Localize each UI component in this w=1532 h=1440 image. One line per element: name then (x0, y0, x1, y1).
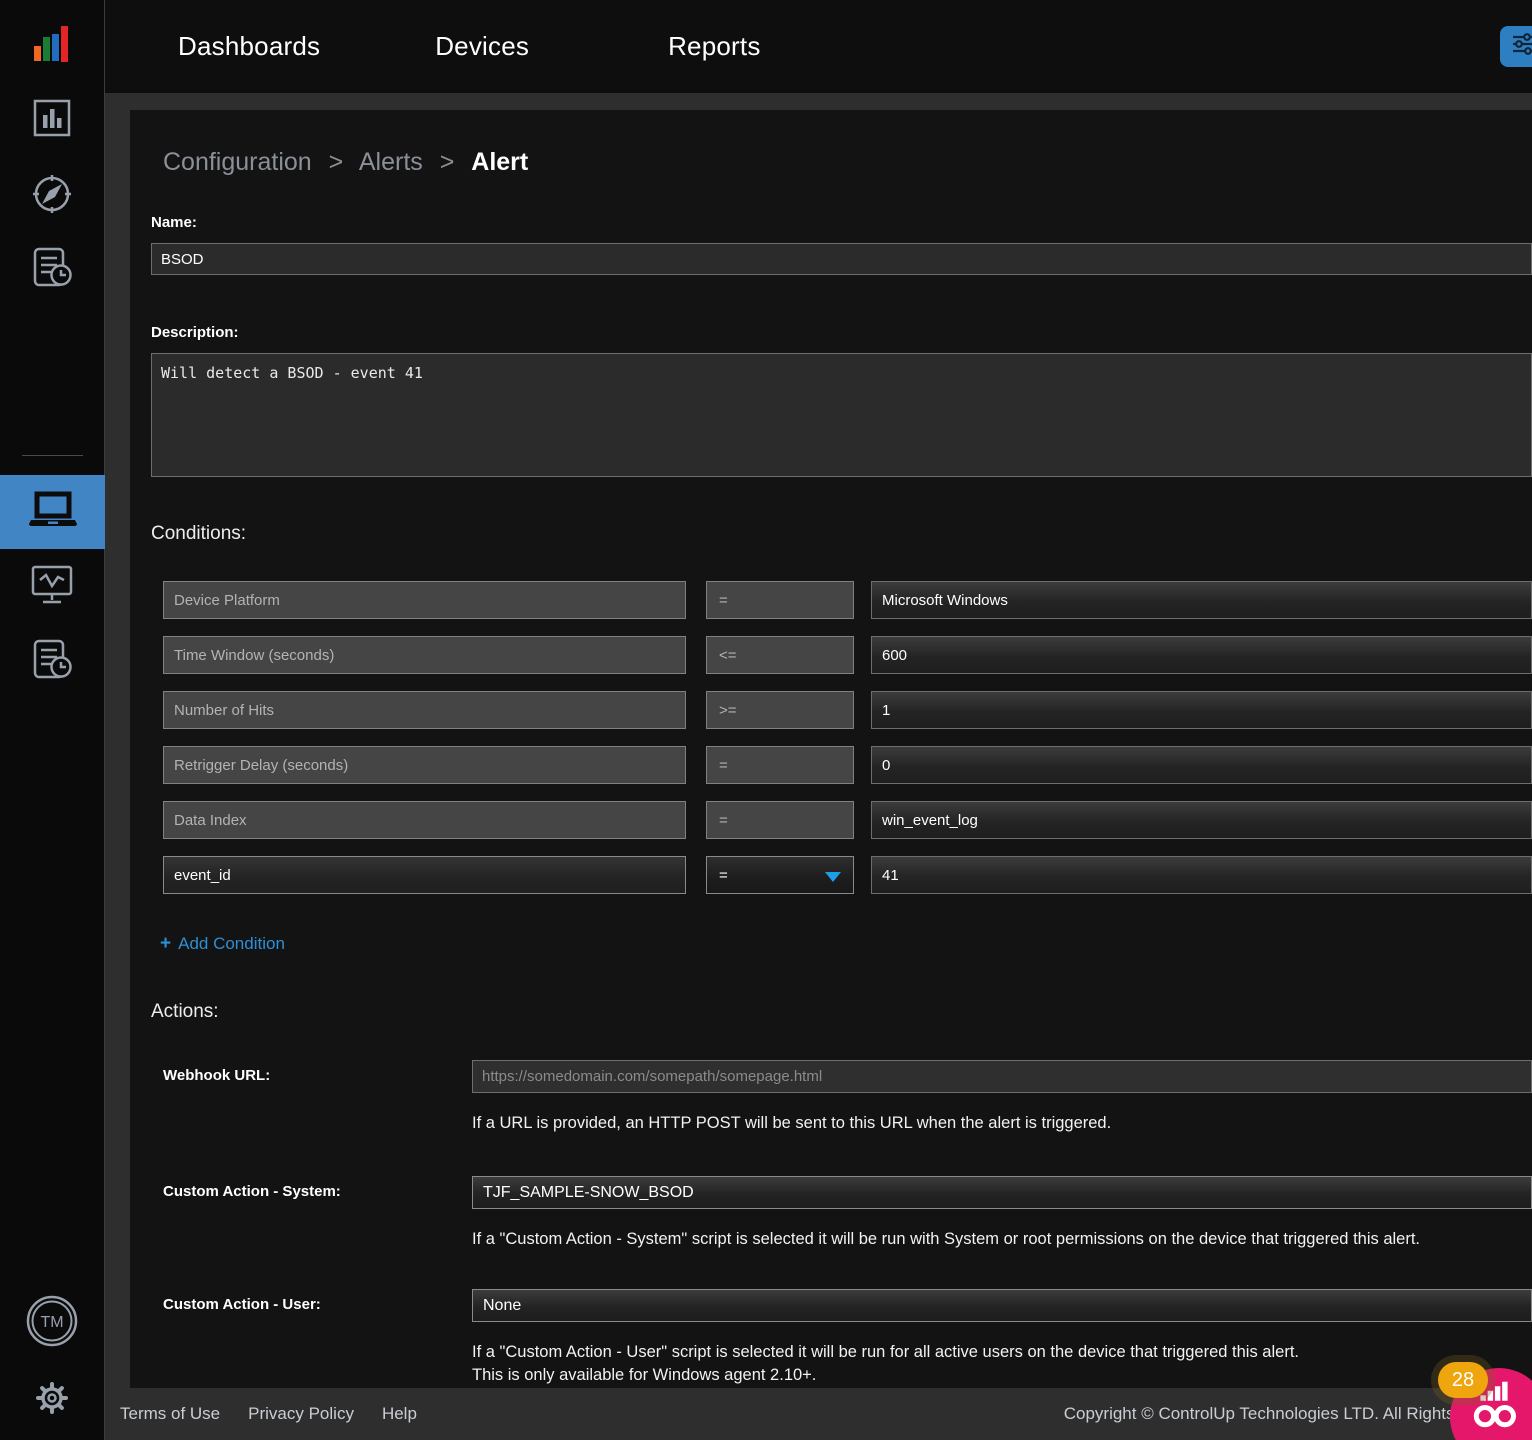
conditions-list: Device Platform = Time Window (seconds) … (163, 581, 1532, 894)
webhook-row: Webhook URL: If a URL is provided, an HT… (163, 1060, 1532, 1133)
custom-action-user-label: Custom Action - User: (163, 1289, 472, 1385)
sidebar-item-monitoring[interactable] (29, 563, 75, 612)
sidebar-item-settings[interactable] (32, 1378, 72, 1423)
custom-action-user-help: If a "Custom Action - User" script is se… (472, 1343, 1532, 1362)
custom-action-user-select[interactable]: None (472, 1289, 1532, 1322)
condition-value-input[interactable] (871, 636, 1532, 674)
compass-icon (30, 172, 74, 221)
description-label: Description: (151, 324, 1532, 341)
condition-operator: <= (706, 636, 854, 674)
condition-field: Device Platform (163, 581, 686, 619)
webhook-help-text: If a URL is provided, an HTTP POST will … (472, 1114, 1532, 1133)
actions-heading: Actions: (151, 1001, 1532, 1023)
custom-action-user-row: Custom Action - User: None If a "Custom … (163, 1289, 1532, 1385)
description-textarea[interactable]: Will detect a BSOD - event 41 (151, 353, 1532, 477)
sliders-icon (1510, 31, 1532, 62)
app-logo[interactable] (33, 24, 71, 71)
conditions-heading: Conditions: (151, 523, 1532, 545)
footer-link-privacy[interactable]: Privacy Policy (248, 1404, 354, 1424)
user-avatar[interactable]: TM (25, 1294, 79, 1353)
custom-action-system-help: If a "Custom Action - System" script is … (472, 1230, 1532, 1249)
breadcrumb: Configuration > Alerts > Alert (163, 148, 1532, 177)
condition-operator: >= (706, 691, 854, 729)
condition-operator: = (706, 746, 854, 784)
condition-value-input[interactable] (871, 691, 1532, 729)
sidebar-item-reports-history[interactable] (29, 638, 75, 687)
condition-field: Data Index (163, 801, 686, 839)
chevron-down-icon (825, 872, 841, 882)
name-input[interactable] (151, 243, 1532, 275)
condition-row: Device Platform = (163, 581, 1532, 619)
top-nav: Dashboards Devices Reports (105, 0, 1532, 93)
report-history-icon (29, 246, 75, 295)
custom-action-user-help-2: This is only available for Windows agent… (472, 1366, 1532, 1385)
chat-badge-count: 28 (1452, 1369, 1474, 1392)
condition-row: Number of Hits >= (163, 691, 1532, 729)
breadcrumb-alerts[interactable]: Alerts (359, 148, 423, 176)
custom-action-system-row: Custom Action - System: TJF_SAMPLE-SNOW_… (163, 1176, 1532, 1249)
laptop-icon (27, 491, 79, 534)
monitor-activity-icon (29, 563, 75, 612)
nav-item-reports[interactable]: Reports (668, 31, 760, 62)
nav-item-devices[interactable]: Devices (435, 31, 529, 62)
condition-operator: = (706, 581, 854, 619)
condition-row: Time Window (seconds) <= (163, 636, 1532, 674)
report-history-icon (29, 638, 75, 687)
bar-chart-icon (32, 98, 72, 143)
operator-value: = (719, 867, 728, 884)
name-label: Name: (151, 214, 1532, 231)
condition-field-input[interactable]: event_id (163, 856, 686, 894)
webhook-url-input[interactable] (472, 1060, 1532, 1093)
avatar-initials-icon: TM (25, 1294, 79, 1353)
footer-link-terms[interactable]: Terms of Use (120, 1404, 220, 1424)
breadcrumb-separator: > (329, 148, 344, 176)
custom-action-system-select[interactable]: TJF_SAMPLE-SNOW_BSOD (472, 1176, 1532, 1209)
condition-row-active: event_id = (163, 856, 1532, 894)
condition-value-input[interactable] (871, 581, 1532, 619)
custom-action-system-label: Custom Action - System: (163, 1176, 472, 1249)
avatar-initials: TM (40, 1314, 63, 1331)
condition-value-input[interactable] (871, 856, 1532, 894)
sidebar-item-explore[interactable] (30, 172, 74, 221)
sidebar-item-report-history[interactable] (29, 246, 75, 295)
plus-icon: + (160, 933, 171, 955)
condition-field: Retrigger Delay (seconds) (163, 746, 686, 784)
condition-field: Time Window (seconds) (163, 636, 686, 674)
gear-icon (32, 1378, 72, 1423)
add-condition-label: Add Condition (178, 934, 285, 954)
sidebar: TM (0, 0, 105, 1440)
condition-operator-dropdown[interactable]: = (706, 856, 854, 894)
logo-bars-icon (33, 53, 71, 70)
footer: Terms of Use Privacy Policy Help Copyrig… (105, 1388, 1532, 1440)
footer-links: Terms of Use Privacy Policy Help (120, 1404, 445, 1424)
condition-field: Number of Hits (163, 691, 686, 729)
condition-value-input[interactable] (871, 801, 1532, 839)
sidebar-item-dashboards[interactable] (32, 98, 72, 143)
breadcrumb-separator: > (440, 148, 455, 176)
nav-item-dashboards[interactable]: Dashboards (178, 31, 320, 62)
add-condition-button[interactable]: + Add Condition (160, 933, 285, 955)
sidebar-item-devices-active[interactable] (0, 475, 105, 549)
breadcrumb-configuration[interactable]: Configuration (163, 148, 312, 176)
alert-config-card: Configuration > Alerts > Alert Name: Des… (130, 110, 1532, 1388)
condition-row: Data Index = (163, 801, 1532, 839)
webhook-url-label: Webhook URL: (163, 1060, 472, 1133)
nav-settings-button[interactable] (1500, 26, 1532, 67)
condition-value-input[interactable] (871, 746, 1532, 784)
chat-notification-badge[interactable]: 28 (1438, 1362, 1488, 1398)
breadcrumb-current-alert: Alert (471, 148, 528, 176)
condition-operator: = (706, 801, 854, 839)
sidebar-divider (22, 455, 83, 456)
footer-link-help[interactable]: Help (382, 1404, 417, 1424)
main-area: Configuration > Alerts > Alert Name: Des… (105, 93, 1532, 1388)
condition-row: Retrigger Delay (seconds) = (163, 746, 1532, 784)
